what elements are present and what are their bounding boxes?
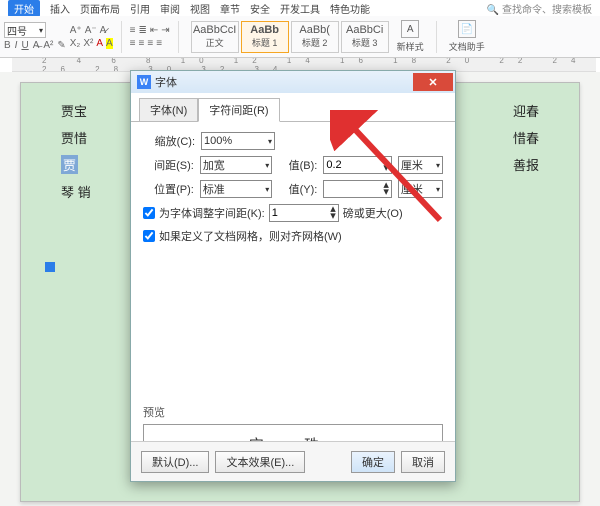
value-y-spinner[interactable]: ▴▾ [323, 180, 392, 198]
kerning-checkbox[interactable] [143, 207, 155, 219]
indent-inc-icon[interactable]: ⇥ [161, 25, 169, 36]
font-color-icon[interactable]: A [96, 38, 103, 49]
text-effects-button[interactable]: 文本效果(E)... [215, 451, 305, 473]
style-gallery: AaBbCcI正文 AaBb标题 1 AaBb(标题 2 AaBbCi标题 3 [191, 21, 389, 53]
menu-tab[interactable]: 特色功能 [330, 1, 370, 16]
spin-down-icon[interactable]: ▾ [383, 165, 389, 172]
style-h3[interactable]: AaBbCi标题 3 [341, 21, 389, 53]
new-style-icon: A [401, 20, 419, 38]
fill-color-icon[interactable]: A [106, 38, 113, 49]
list-bullet-icon[interactable]: ≡ [130, 25, 136, 36]
value-y-unit-combo[interactable]: 厘米▾ [398, 180, 443, 198]
strike-icon[interactable]: A̶ [33, 40, 40, 51]
menu-tab[interactable]: 开发工具 [280, 1, 320, 16]
clear-format-icon[interactable]: A̷ [100, 25, 107, 36]
value-b-input[interactable] [326, 159, 372, 171]
dialog-tabs: 字体(N) 字符间距(R) [131, 93, 455, 121]
bold-icon[interactable]: B [4, 40, 11, 51]
grow-font-icon[interactable]: A⁺ [70, 25, 82, 36]
snap-grid-label: 如果定义了文档网格，则对齐网格(W) [159, 228, 342, 244]
align-just-icon[interactable]: ≡ [156, 38, 162, 49]
kerning-input[interactable] [272, 207, 284, 219]
align-center-icon[interactable]: ≡ [139, 38, 145, 49]
shrink-font-icon[interactable]: A⁻ [85, 25, 97, 36]
value-y-label: 值(Y): [278, 181, 317, 197]
spin-down-icon[interactable]: ▾ [383, 189, 389, 196]
value-b-label: 值(B): [278, 157, 317, 173]
search-hint[interactable]: 🔍 查找命令、搜索模板 [487, 1, 592, 16]
menu-tab[interactable]: 章节 [220, 1, 240, 16]
dialog-body: 缩放(C): 100%▾ 间距(S): 加宽▾ 值(B): ▴▾ 厘米▾ 位置(… [131, 121, 455, 443]
super-icon[interactable]: A² [43, 40, 53, 51]
cancel-button[interactable]: 取消 [401, 451, 445, 473]
scale-combo[interactable]: 100%▾ [201, 132, 275, 150]
preview-label: 预览 [143, 404, 443, 420]
kerning-label: 为字体调整字间距(K): [159, 205, 265, 221]
menu-tab[interactable]: 安全 [250, 1, 270, 16]
menu-tab-start[interactable]: 开始 [8, 0, 40, 17]
selected-text: 贾 [61, 155, 78, 174]
align-right-icon[interactable]: ≡ [147, 38, 153, 49]
toolbar: 四号▾ B I U A̶ A² ✎ A⁺ A⁻ A̷ X₂ X² A A ≡ ≣… [0, 16, 600, 58]
tab-font[interactable]: 字体(N) [139, 98, 198, 122]
spacing-combo[interactable]: 加宽▾ [200, 156, 272, 174]
position-label: 位置(P): [143, 181, 194, 197]
underline-icon[interactable]: U [21, 40, 28, 51]
value-b-unit-combo[interactable]: 厘米▾ [398, 156, 443, 174]
highlight-icon[interactable]: ✎ [57, 40, 65, 51]
menu-tab[interactable]: 审阅 [160, 1, 180, 16]
close-button[interactable]: ✕ [413, 73, 453, 91]
position-combo[interactable]: 标准▾ [200, 180, 272, 198]
kerning-unit: 磅或更大(O) [343, 205, 403, 221]
default-button[interactable]: 默认(D)... [141, 451, 209, 473]
align-left-icon[interactable]: ≡ [130, 38, 136, 49]
new-style-button[interactable]: A新样式 [393, 20, 428, 53]
italic-icon[interactable]: I [15, 40, 18, 51]
tab-char-spacing[interactable]: 字符间距(R) [198, 98, 279, 122]
spacing-label: 间距(S): [143, 157, 194, 173]
list-number-icon[interactable]: ≣ [139, 25, 147, 36]
value-b-spinner[interactable]: ▴▾ [323, 156, 392, 174]
doc-assist-button[interactable]: 📄文档助手 [445, 20, 489, 53]
sub-icon[interactable]: X₂ [70, 38, 81, 49]
menu-tab[interactable]: 视图 [190, 1, 210, 16]
doc-assist-icon: 📄 [458, 20, 476, 38]
snap-grid-checkbox[interactable] [143, 230, 155, 242]
dialog-footer: 默认(D)... 文本效果(E)... 确定 取消 [131, 441, 455, 481]
kerning-spinner[interactable]: ▴▾ [269, 204, 339, 222]
sup-icon[interactable]: X² [83, 38, 93, 49]
indent-dec-icon[interactable]: ⇤ [150, 25, 158, 36]
font-size-combo[interactable]: 四号▾ [4, 22, 46, 38]
ok-button[interactable]: 确定 [351, 451, 395, 473]
dialog-titlebar[interactable]: W 字体 ✕ [131, 71, 455, 93]
style-h1[interactable]: AaBb标题 1 [241, 21, 289, 53]
font-dialog: W 字体 ✕ 字体(N) 字符间距(R) 缩放(C): 100%▾ 间距(S):… [130, 70, 456, 482]
style-normal[interactable]: AaBbCcI正文 [191, 21, 239, 53]
menu-tab[interactable]: 页面布局 [80, 1, 120, 16]
menu-tab[interactable]: 引用 [130, 1, 150, 16]
spin-down-icon[interactable]: ▾ [330, 213, 336, 220]
menu-tab[interactable]: 插入 [50, 1, 70, 16]
margin-marker-icon [45, 262, 55, 272]
app-w-icon: W [137, 75, 151, 89]
scale-label: 缩放(C): [143, 133, 195, 149]
menubar: 开始 插入 页面布局 引用 审阅 视图 章节 安全 开发工具 特色功能 🔍 查找… [0, 0, 600, 16]
style-h2[interactable]: AaBb(标题 2 [291, 21, 339, 53]
dialog-title: 字体 [155, 74, 177, 90]
value-y-input[interactable] [326, 183, 372, 195]
